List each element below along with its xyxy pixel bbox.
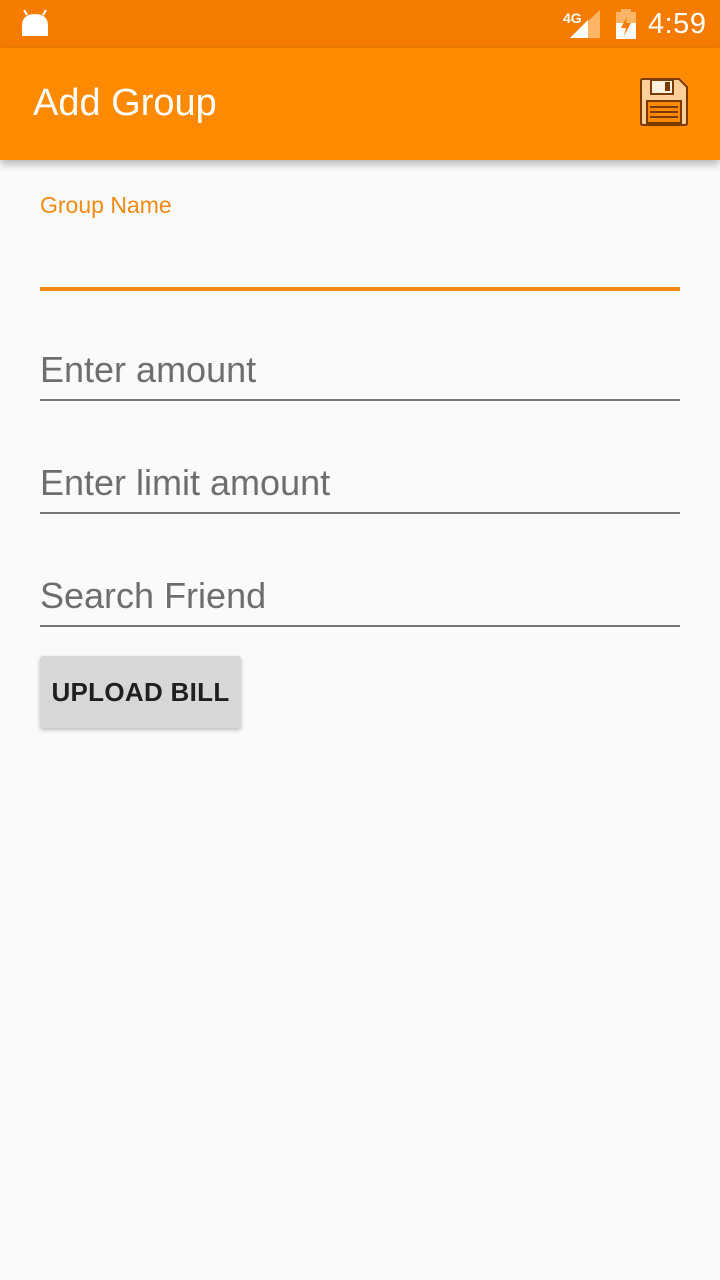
- search-friend-field-container: [40, 566, 680, 628]
- upload-bill-button[interactable]: UPLOAD BILL: [40, 656, 241, 728]
- page-title: Add Group: [33, 82, 217, 124]
- amount-input[interactable]: [40, 344, 680, 396]
- amount-field-container: [40, 340, 680, 402]
- status-clock: 4:59: [648, 8, 707, 40]
- android-notification-icon: [20, 8, 50, 43]
- limit-amount-field-container: [40, 453, 680, 515]
- group-name-input[interactable]: [40, 232, 680, 284]
- signal-icon: [570, 10, 600, 43]
- floppy-disk-icon: [639, 77, 689, 132]
- battery-icon: [615, 9, 637, 44]
- status-bar: 4G 4:59: [0, 0, 720, 48]
- group-name-label: Group Name: [40, 192, 172, 218]
- limit-amount-underline: [40, 512, 680, 514]
- app-bar: Add Group: [0, 48, 720, 160]
- group-name-field-container: [40, 226, 680, 292]
- search-friend-underline: [40, 625, 680, 627]
- amount-underline: [40, 399, 680, 401]
- save-button[interactable]: [632, 72, 696, 136]
- search-friend-input[interactable]: [40, 570, 680, 622]
- limit-amount-input[interactable]: [40, 457, 680, 509]
- group-name-underline: [40, 287, 680, 291]
